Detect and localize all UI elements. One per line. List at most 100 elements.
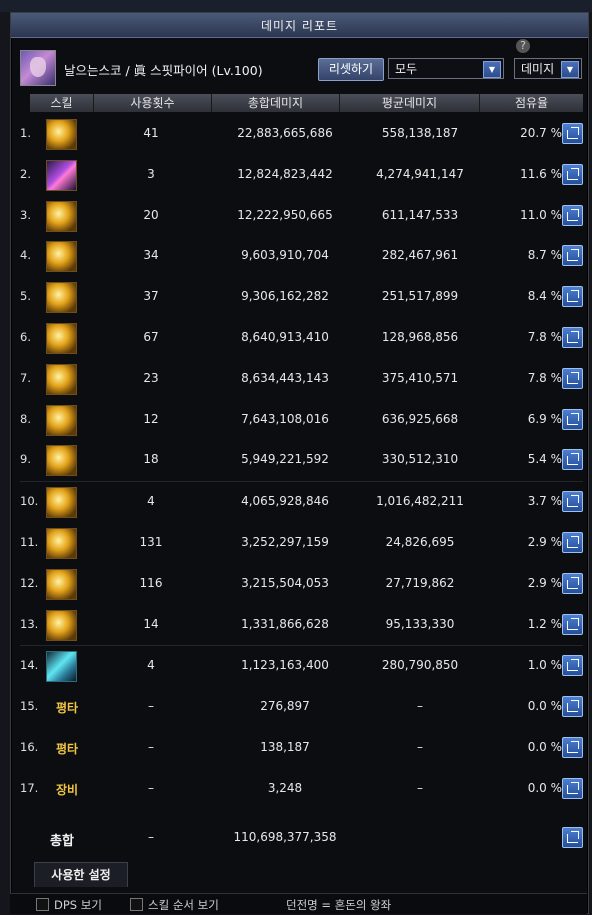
total-damage: 1,123,163,400 — [241, 658, 329, 673]
table-row: 9. 18 5,949,221,592 330,512,310 5.4 % — [20, 440, 583, 483]
share-icon[interactable] — [562, 827, 583, 848]
share-icon[interactable] — [562, 163, 583, 185]
use-count: 67 — [143, 329, 159, 344]
rank: 7. — [20, 370, 31, 385]
total-damage: 5,949,221,592 — [241, 452, 329, 467]
share-icon[interactable] — [562, 655, 583, 677]
table-row: 16. 평타 – 138,187 – 0.0 % — [20, 728, 583, 769]
damage-share: 8.7 % — [527, 248, 562, 263]
column-header-skill: 스킬 — [30, 94, 94, 112]
total-damage: 3,248 — [267, 780, 303, 795]
skill-icon — [46, 322, 77, 354]
metric-select-value: 데미지 — [521, 62, 555, 76]
table-row: 11. 131 3,252,297,159 24,826,695 2.9 % — [20, 523, 583, 564]
total-damage: 7,643,108,016 — [241, 411, 329, 426]
share-icon[interactable] — [562, 326, 583, 348]
table-row: 15. 평타 – 276,897 – 0.0 % — [20, 687, 583, 728]
total-damage: 9,306,162,282 — [241, 289, 329, 304]
rank: 17. — [20, 780, 39, 795]
damage-share: 0.0 % — [527, 699, 562, 714]
damage-share: 7.8 % — [527, 370, 562, 385]
use-count: 12 — [143, 411, 159, 426]
rank: 16. — [20, 739, 39, 754]
share-icon[interactable] — [562, 613, 583, 635]
rank: 2. — [20, 166, 31, 181]
average-damage: 282,467,961 — [381, 248, 459, 263]
share-icon[interactable] — [562, 736, 583, 758]
rank: 5. — [20, 289, 31, 304]
filter-select[interactable]: 모두 ▼ — [388, 58, 504, 79]
column-header-share: 점유율 — [480, 94, 583, 112]
dps-view-label: DPS 보기 — [54, 898, 102, 912]
use-count: 4 — [147, 658, 155, 673]
damage-share: 2.9 % — [527, 534, 562, 549]
rank: 10. — [20, 494, 39, 509]
average-damage: 128,968,856 — [381, 329, 459, 344]
average-damage: 27,719,862 — [385, 575, 455, 590]
metric-select[interactable]: 데미지 ▼ — [514, 58, 582, 79]
skill-icon — [46, 527, 77, 559]
rank: 11. — [20, 534, 39, 549]
average-damage: 280,790,850 — [381, 658, 459, 673]
use-count: – — [148, 699, 154, 714]
total-damage: 4,065,928,846 — [241, 494, 329, 509]
share-icon[interactable] — [562, 123, 583, 144]
rank: 13. — [20, 616, 39, 631]
skill-order-label: 스킬 순서 보기 — [148, 898, 219, 912]
damage-share: 0.0 % — [527, 739, 562, 754]
share-icon[interactable] — [562, 531, 583, 553]
skill-icon — [46, 609, 77, 641]
total-damage: 110,698,377,358 — [233, 830, 337, 844]
dungeon-name: 던전명 = 혼돈의 왕좌 — [286, 898, 392, 912]
share-icon[interactable] — [562, 777, 583, 799]
total-damage: 9,603,910,704 — [241, 248, 329, 263]
skill-name: 평타 — [56, 701, 79, 716]
average-damage: – — [417, 699, 423, 714]
damage-share: 7.8 % — [527, 329, 562, 344]
table-row: 14. 4 1,123,163,400 280,790,850 1.0 % — [20, 646, 583, 687]
use-count: 18 — [143, 452, 159, 467]
tab-used-settings[interactable]: 사용한 설정 — [34, 862, 128, 887]
share-icon[interactable] — [562, 696, 583, 718]
skill-order-checkbox[interactable] — [130, 898, 143, 911]
share-icon[interactable] — [562, 491, 583, 513]
share-icon[interactable] — [562, 408, 583, 430]
window-titlebar[interactable]: 데미지 리포트 — [11, 13, 588, 38]
use-count: – — [148, 780, 154, 795]
share-icon[interactable] — [562, 245, 583, 267]
use-count: 41 — [143, 126, 159, 140]
skill-icon — [46, 282, 77, 314]
share-icon[interactable] — [562, 204, 583, 226]
table-row: 17. 장비 – 3,248 – 0.0 % — [20, 769, 583, 810]
total-damage: 12,824,823,442 — [237, 166, 333, 181]
skill-icon — [46, 445, 77, 477]
share-icon[interactable] — [562, 572, 583, 594]
total-damage: 1,331,866,628 — [241, 616, 329, 631]
total-damage: 22,883,665,686 — [237, 126, 333, 140]
damage-share: 5.4 % — [527, 452, 562, 467]
window-title: 데미지 리포트 — [260, 18, 339, 33]
share-icon[interactable] — [562, 286, 583, 308]
skill-name: 평타 — [56, 741, 79, 756]
column-header-count: 사용횟수 — [94, 94, 212, 112]
rank: 15. — [20, 699, 39, 714]
damage-share: 6.9 % — [527, 411, 562, 426]
dps-view-checkbox[interactable] — [36, 898, 49, 911]
table-row: 6. 67 8,640,913,410 128,968,856 7.8 % — [20, 318, 583, 359]
reset-button[interactable]: 리셋하기 — [318, 58, 384, 81]
report-header: 날으는스코 / 眞 스핏파이어 (Lv.100) 리셋하기 모두 ▼ 데미지 ▼ — [20, 44, 582, 90]
share-icon[interactable] — [562, 367, 583, 389]
use-count: 4 — [147, 494, 155, 509]
total-damage: 3,215,504,053 — [241, 575, 329, 590]
skill-icon — [46, 241, 77, 273]
share-icon[interactable] — [562, 449, 583, 471]
skill-name: 장비 — [56, 782, 79, 797]
rank: 3. — [20, 207, 31, 222]
chevron-down-icon: ▼ — [561, 61, 579, 78]
damage-share: 11.0 % — [520, 207, 562, 222]
use-count: 20 — [143, 207, 159, 222]
total-damage: 276,897 — [260, 699, 310, 714]
table-row: 1. 41 22,883,665,686 558,138,187 20.7 % — [20, 114, 583, 155]
damage-share: 0.0 % — [527, 780, 562, 795]
footer-bar: DPS 보기 스킬 순서 보기 던전명 = 혼돈의 왕좌 — [10, 893, 587, 914]
